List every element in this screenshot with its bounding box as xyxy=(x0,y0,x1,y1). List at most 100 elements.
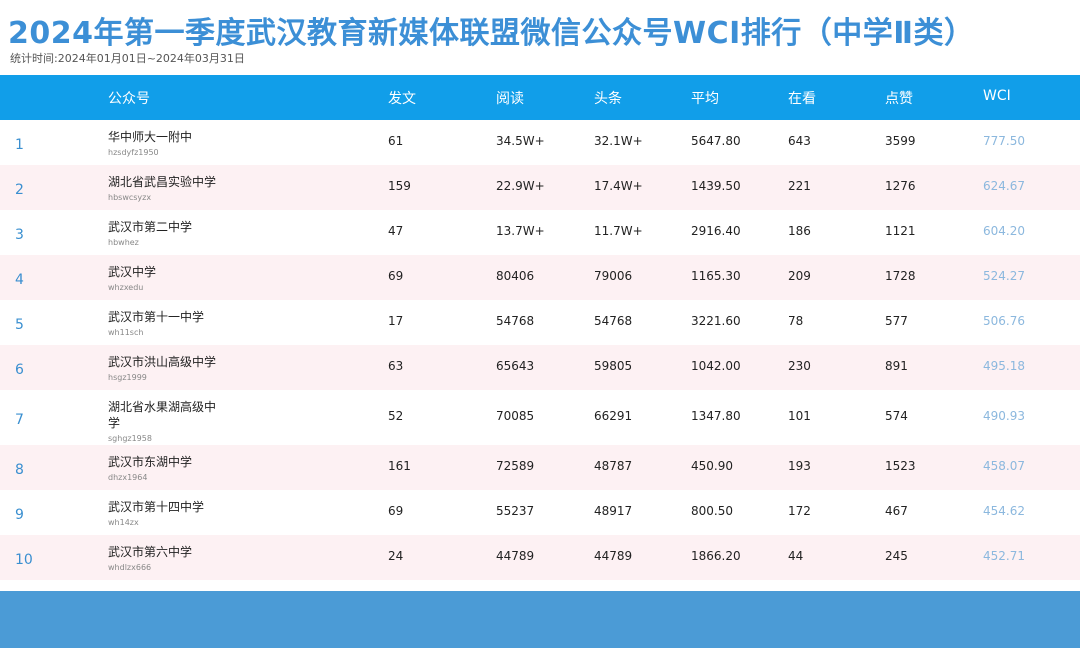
posts-cell: 161 xyxy=(388,458,411,473)
wci-cell: 495.18 xyxy=(983,358,1025,373)
likes-cell: 1728 xyxy=(885,268,916,283)
column-header-likes[interactable]: 点赞 xyxy=(885,88,913,108)
likes-cell: 467 xyxy=(885,503,908,518)
column-header-wci[interactable]: WCI xyxy=(983,88,1011,104)
posts-cell: 159 xyxy=(388,178,411,193)
wci-cell: 624.67 xyxy=(983,178,1025,193)
posts-cell: 17 xyxy=(388,313,404,328)
likes-cell: 3599 xyxy=(885,133,916,148)
wci-cell: 604.20 xyxy=(983,223,1025,238)
reads-cell: 55237 xyxy=(496,503,535,518)
wci-cell: 524.27 xyxy=(983,268,1025,283)
posts-cell: 47 xyxy=(388,223,404,238)
headline-cell: 54768 xyxy=(594,313,633,328)
watching-cell: 44 xyxy=(788,548,804,563)
watching-cell: 230 xyxy=(788,358,811,373)
account-name: 武汉市第十一中学 xyxy=(108,310,205,324)
average-cell: 1866.20 xyxy=(691,548,741,563)
watching-cell: 172 xyxy=(788,503,811,518)
account-cell: 武汉中学 whzxedu xyxy=(108,264,228,292)
reads-cell: 54768 xyxy=(496,313,535,328)
account-name: 武汉市东湖中学 xyxy=(108,455,193,469)
wci-cell: 458.07 xyxy=(983,458,1025,473)
account-cell: 武汉市第六中学 whdlzx666 xyxy=(108,544,228,572)
average-cell: 800.50 xyxy=(691,503,733,518)
rank-number: 3 xyxy=(15,226,24,243)
account-cell: 武汉市洪山高级中学 hsgz1999 xyxy=(108,354,228,382)
likes-cell: 1276 xyxy=(885,178,916,193)
headline-cell: 79006 xyxy=(594,268,633,283)
column-header-account[interactable]: 公众号 xyxy=(108,88,150,108)
headline-cell: 59805 xyxy=(594,358,633,373)
footer-band xyxy=(0,591,1080,648)
rank-number: 10 xyxy=(15,551,33,568)
account-id: whdlzx666 xyxy=(108,563,152,572)
column-header-reads[interactable]: 阅读 xyxy=(496,88,524,108)
account-name: 武汉中学 xyxy=(108,265,157,279)
table-row[interactable]: 5 武汉市第十一中学 wh11sch 17 54768 54768 3221.6… xyxy=(0,300,1080,345)
ranking-table-body: 1 华中师大一附中 hzsdyfz1950 61 34.5W+ 32.1W+ 5… xyxy=(0,120,1080,580)
rank-number: 1 xyxy=(15,136,24,153)
account-cell: 武汉市第十一中学 wh11sch xyxy=(108,309,228,337)
reads-cell: 13.7W+ xyxy=(496,223,545,238)
table-row[interactable]: 6 武汉市洪山高级中学 hsgz1999 63 65643 59805 1042… xyxy=(0,345,1080,390)
column-header-watching[interactable]: 在看 xyxy=(788,88,816,108)
column-header-headline[interactable]: 头条 xyxy=(594,88,622,108)
rank-number: 6 xyxy=(15,361,24,378)
wci-cell: 454.62 xyxy=(983,503,1025,518)
page-title: 2024年第一季度武汉教育新媒体联盟微信公众号WCI排行（中学Ⅱ类） xyxy=(8,16,975,51)
headline-cell: 17.4W+ xyxy=(594,178,643,193)
reads-cell: 72589 xyxy=(496,458,535,473)
account-id: whzxedu xyxy=(108,283,144,292)
table-row[interactable]: 1 华中师大一附中 hzsdyfz1950 61 34.5W+ 32.1W+ 5… xyxy=(0,120,1080,165)
table-header: 公众号 发文 阅读 头条 平均 在看 点赞 WCI xyxy=(0,75,1080,120)
account-id: wh11sch xyxy=(108,328,144,337)
likes-cell: 574 xyxy=(885,408,908,423)
wci-cell: 506.76 xyxy=(983,313,1025,328)
average-cell: 3221.60 xyxy=(691,313,741,328)
table-row[interactable]: 8 武汉市东湖中学 dhzx1964 161 72589 48787 450.9… xyxy=(0,445,1080,490)
account-name: 湖北省水果湖高级中学 xyxy=(108,400,217,430)
rank-number: 7 xyxy=(15,411,24,428)
watching-cell: 193 xyxy=(788,458,811,473)
table-row[interactable]: 7 湖北省水果湖高级中学 sghgz1958 52 70085 66291 13… xyxy=(0,390,1080,445)
average-cell: 1347.80 xyxy=(691,408,741,423)
table-row[interactable]: 2 湖北省武昌实验中学 hbswcsyzx 159 22.9W+ 17.4W+ … xyxy=(0,165,1080,210)
account-name: 武汉市第二中学 xyxy=(108,220,193,234)
reads-cell: 22.9W+ xyxy=(496,178,545,193)
watching-cell: 78 xyxy=(788,313,804,328)
average-cell: 1042.00 xyxy=(691,358,741,373)
table-row[interactable]: 9 武汉市第十四中学 wh14zx 69 55237 48917 800.50 … xyxy=(0,490,1080,535)
account-cell: 华中师大一附中 hzsdyfz1950 xyxy=(108,129,228,157)
rank-number: 8 xyxy=(15,461,24,478)
table-row[interactable]: 4 武汉中学 whzxedu 69 80406 79006 1165.30 20… xyxy=(0,255,1080,300)
reads-cell: 65643 xyxy=(496,358,535,373)
account-id: dhzx1964 xyxy=(108,473,148,482)
likes-cell: 577 xyxy=(885,313,908,328)
table-row[interactable]: 3 武汉市第二中学 hbwhez 47 13.7W+ 11.7W+ 2916.4… xyxy=(0,210,1080,255)
account-cell: 武汉市第十四中学 wh14zx xyxy=(108,499,228,527)
wci-cell: 490.93 xyxy=(983,408,1025,423)
column-header-average[interactable]: 平均 xyxy=(691,88,719,108)
likes-cell: 245 xyxy=(885,548,908,563)
rank-number: 4 xyxy=(15,271,24,288)
account-id: sghgz1958 xyxy=(108,434,152,443)
headline-cell: 11.7W+ xyxy=(594,223,643,238)
reads-cell: 34.5W+ xyxy=(496,133,545,148)
table-row[interactable]: 10 武汉市第六中学 whdlzx666 24 44789 44789 1866… xyxy=(0,535,1080,580)
posts-cell: 69 xyxy=(388,268,404,283)
wci-cell: 777.50 xyxy=(983,133,1025,148)
account-cell: 湖北省水果湖高级中学 sghgz1958 xyxy=(108,399,220,443)
account-id: hbswcsyzx xyxy=(108,193,152,202)
posts-cell: 61 xyxy=(388,133,404,148)
average-cell: 450.90 xyxy=(691,458,733,473)
posts-cell: 69 xyxy=(388,503,404,518)
account-cell: 武汉市东湖中学 dhzx1964 xyxy=(108,454,228,482)
headline-cell: 66291 xyxy=(594,408,633,423)
average-cell: 2916.40 xyxy=(691,223,741,238)
account-id: hsgz1999 xyxy=(108,373,147,382)
column-header-posts[interactable]: 发文 xyxy=(388,88,416,108)
rank-number: 5 xyxy=(15,316,24,333)
account-id: hbwhez xyxy=(108,238,139,247)
account-cell: 湖北省武昌实验中学 hbswcsyzx xyxy=(108,174,228,202)
